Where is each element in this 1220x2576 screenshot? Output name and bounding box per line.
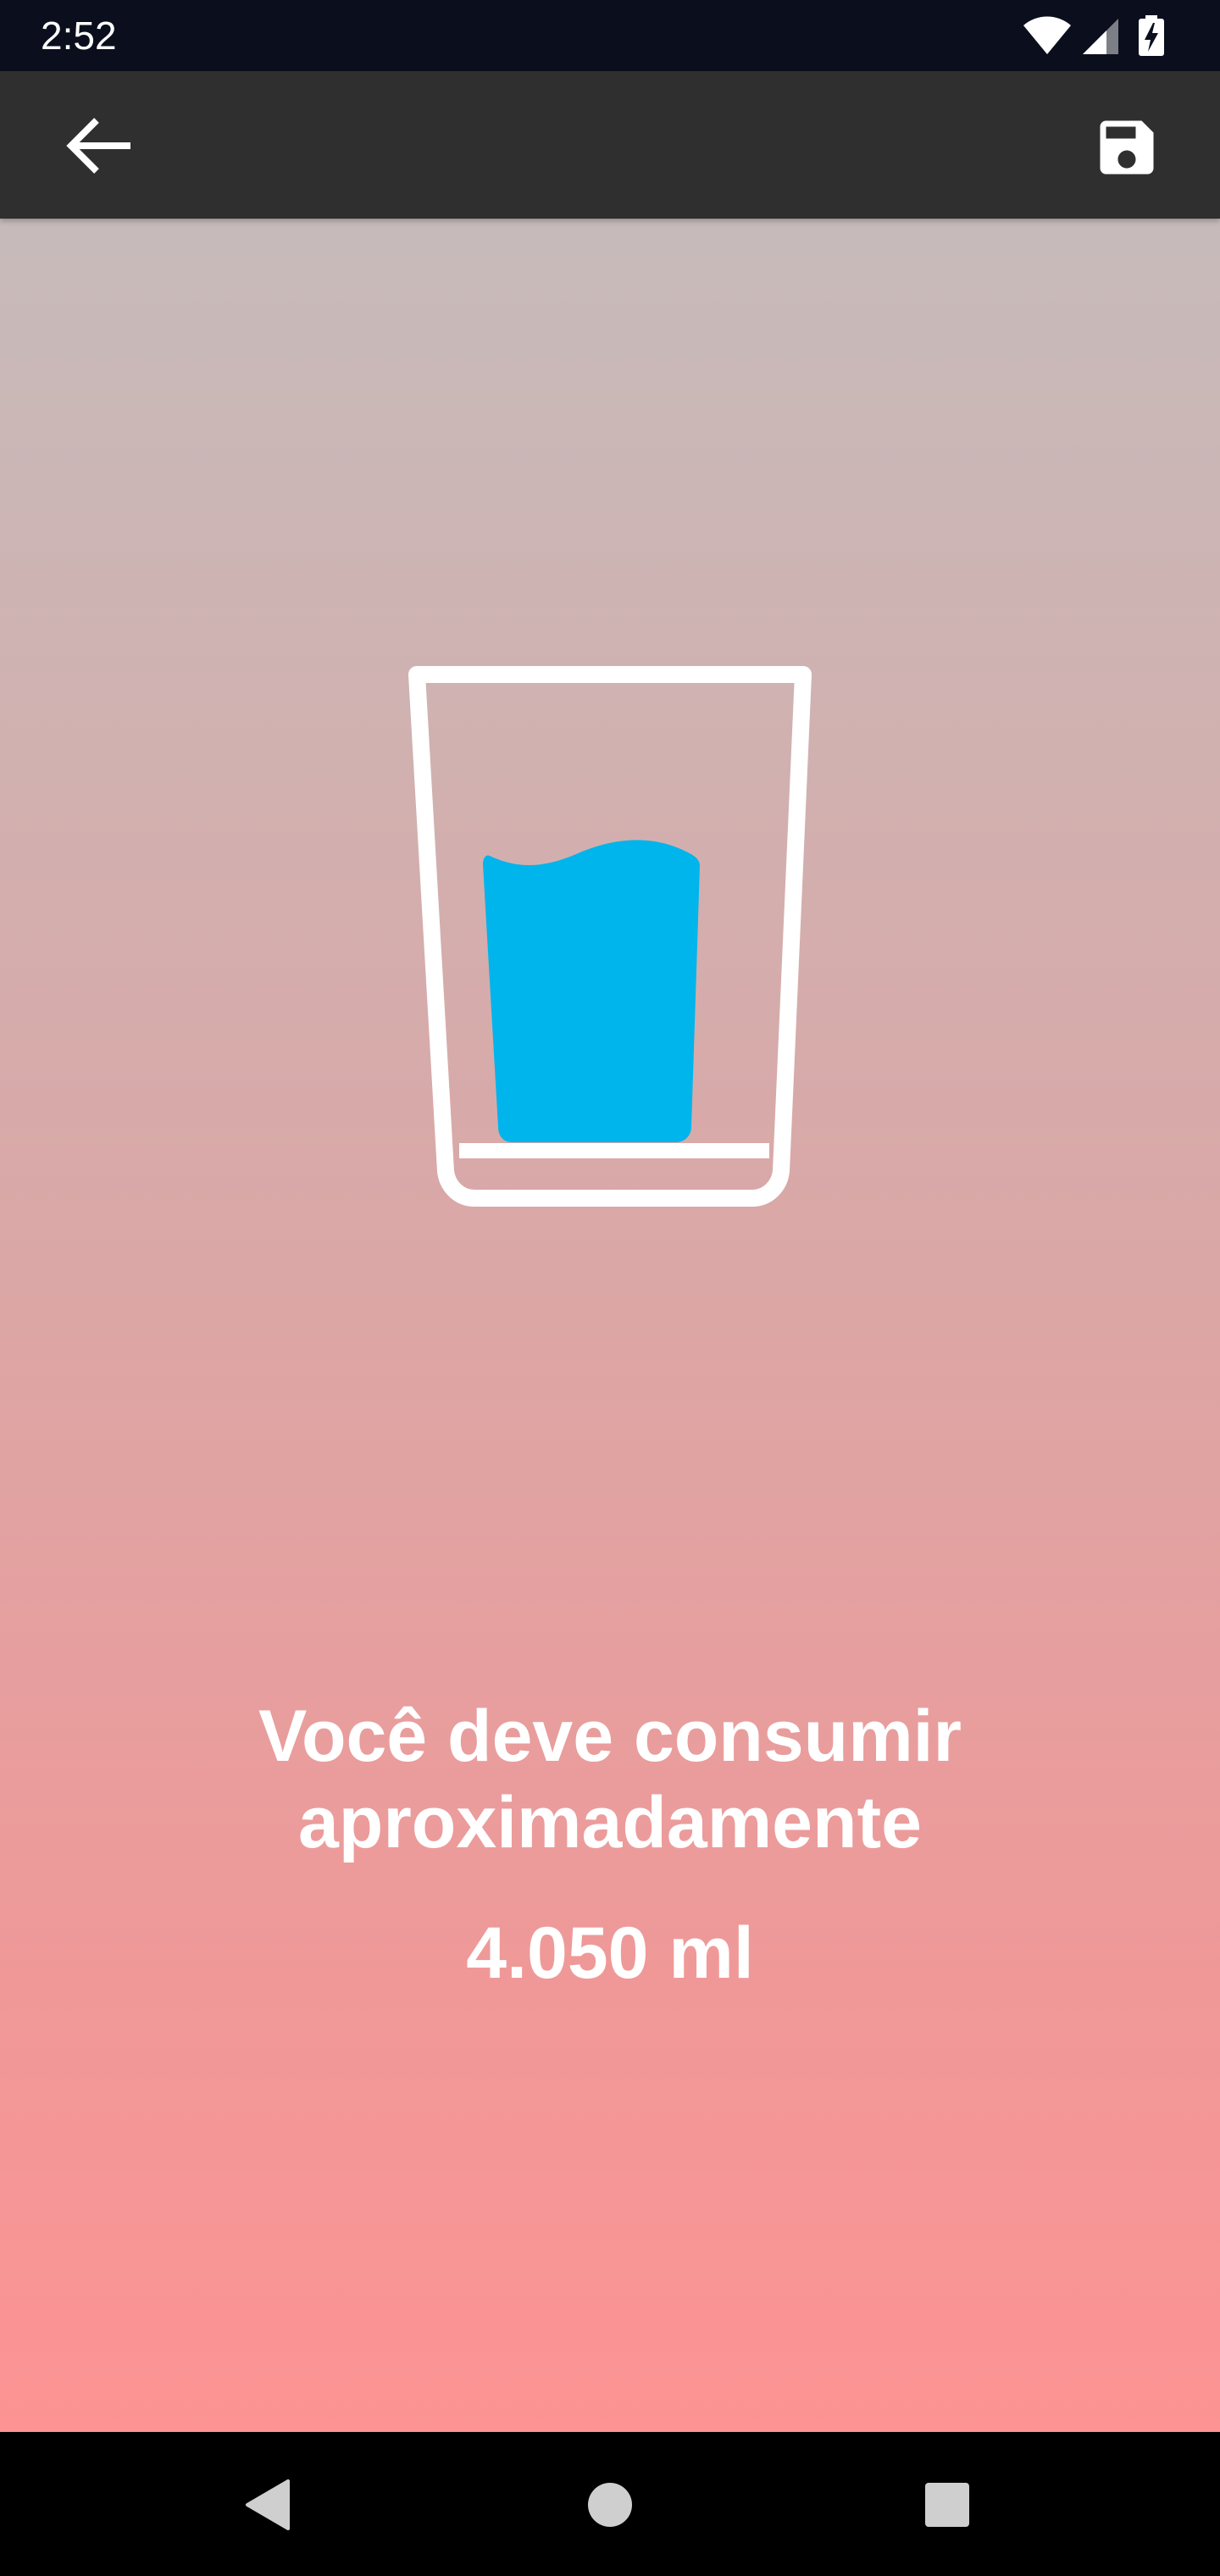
wifi-icon	[1023, 16, 1071, 54]
save-button[interactable]	[1091, 112, 1162, 183]
content-area: Você deve consumir aproximadamente 4.050…	[0, 219, 1220, 2432]
message-text: Você deve consumir aproximadamente	[258, 1696, 962, 1863]
water-glass-illustration	[398, 652, 822, 1263]
nav-home-button[interactable]	[569, 2464, 651, 2545]
status-icons	[1022, 15, 1183, 58]
recents-square-icon	[925, 2483, 969, 2527]
arrow-back-icon	[66, 118, 130, 174]
water-amount: 4.050 ml	[466, 1913, 754, 1994]
screen: 2:52 Você deve consumir aproximadamente …	[0, 0, 1220, 2576]
signal-icon	[1083, 19, 1118, 54]
back-button[interactable]	[56, 112, 137, 180]
navigation-bar	[0, 2432, 1220, 2576]
nav-back-button[interactable]	[229, 2464, 310, 2545]
home-circle-icon	[588, 2483, 632, 2527]
nav-recents-button[interactable]	[907, 2464, 988, 2545]
toolbar	[0, 71, 1220, 219]
save-icon	[1100, 120, 1154, 175]
water-glass-icon	[408, 666, 812, 1207]
status-time: 2:52	[41, 14, 117, 58]
status-bar: 2:52	[0, 0, 1220, 71]
back-triangle-icon	[246, 2479, 290, 2530]
battery-charging-icon	[1139, 15, 1164, 56]
consumption-message: Você deve consumir aproximadamente	[0, 1693, 1220, 1866]
